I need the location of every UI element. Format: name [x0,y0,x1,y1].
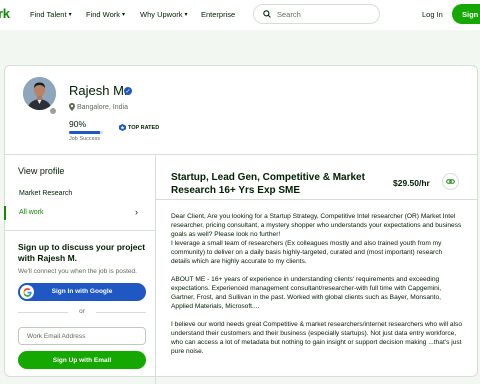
job-success-bar [69,131,103,134]
google-signin-button[interactable]: Sign In with Google [18,283,146,301]
divider [5,230,155,231]
or-separator: or [18,308,146,316]
avatar-photo [23,77,56,110]
signup-button[interactable]: Sign [452,4,480,24]
active-indicator [4,206,6,220]
signup-heading: Sign up to discuss your project with Raj… [18,242,146,263]
chevron-down-icon: ▾ [68,12,72,18]
nav-find-talent[interactable]: Find Talent ▾ [30,10,72,19]
divider [156,199,477,200]
nav-find-work-label: Find Work [86,10,121,19]
freelancer-name: Rajesh M. [69,83,128,98]
email-signup-button[interactable]: Sign Up with Email [18,351,146,369]
upwork-logo[interactable]: rk [0,6,10,21]
chevron-right-icon[interactable]: › [135,207,138,217]
nav-why-upwork-label: Why Upwork [140,10,183,19]
top-rated-icon [119,124,126,131]
project-description: Dear Client, Are you looking for a Start… [171,212,463,356]
description-paragraph: Dear Client, Are you looking for a Start… [171,213,462,238]
description-paragraph: I leverage a small team of researchers (… [171,240,443,265]
chevron-down-icon: ▾ [184,12,188,18]
signup-subtitle: We'll connect you when the job is posted… [18,268,137,275]
separator-line [96,312,146,313]
view-profile-heading: View profile [18,166,65,176]
profile-card: Rajesh M. ✓ Bangalore, India 90% Job Suc… [4,65,478,384]
nav-enterprise-label: Enterprise [201,10,236,19]
nav-find-work[interactable]: Find Work ▾ [86,10,125,19]
sidebar-item-all-work[interactable]: All work [19,209,44,216]
top-rated-label: TOP RATED [128,124,160,131]
top-rated-badge: TOP RATED [119,124,159,131]
nav-enterprise[interactable]: Enterprise [201,10,235,19]
top-nav: rk Find Talent ▾ Find Work ▾ Why Upwork … [0,0,480,30]
location-text: Bangalore, India [77,103,128,111]
location-pin-icon [69,103,75,111]
nav-why-upwork[interactable]: Why Upwork ▾ [140,10,188,19]
link-icon [446,179,455,184]
email-field[interactable] [18,327,146,345]
description-paragraph: ABOUT ME - 16+ years of experience in un… [171,276,442,310]
search-bar[interactable] [253,4,380,24]
verified-check-icon: ✓ [124,87,132,95]
nav-find-talent-label: Find Talent [30,10,67,19]
google-signin-label: Sign In with Google [51,288,113,295]
sidebar-item-market-research[interactable]: Market Research [19,190,72,197]
column-divider [155,154,156,384]
job-success-bar-fill [69,131,100,134]
job-success-label: Job Success [69,136,101,142]
login-link[interactable]: Log In [422,10,443,19]
project-title: Startup, Lead Gen, Competitive & Market … [171,172,365,196]
copy-link-button[interactable] [442,173,459,190]
hourly-rate: $29.50/hr [393,178,430,188]
chevron-down-icon: ▾ [122,12,126,18]
description-paragraph: I believe our world needs great Competit… [171,321,462,355]
avatar[interactable] [23,77,56,110]
status-dot [49,107,57,115]
search-input[interactable] [275,8,379,20]
job-success-value: 90% [69,119,87,129]
search-icon [263,10,271,18]
divider [5,154,477,155]
location: Bangalore, India [69,103,128,111]
